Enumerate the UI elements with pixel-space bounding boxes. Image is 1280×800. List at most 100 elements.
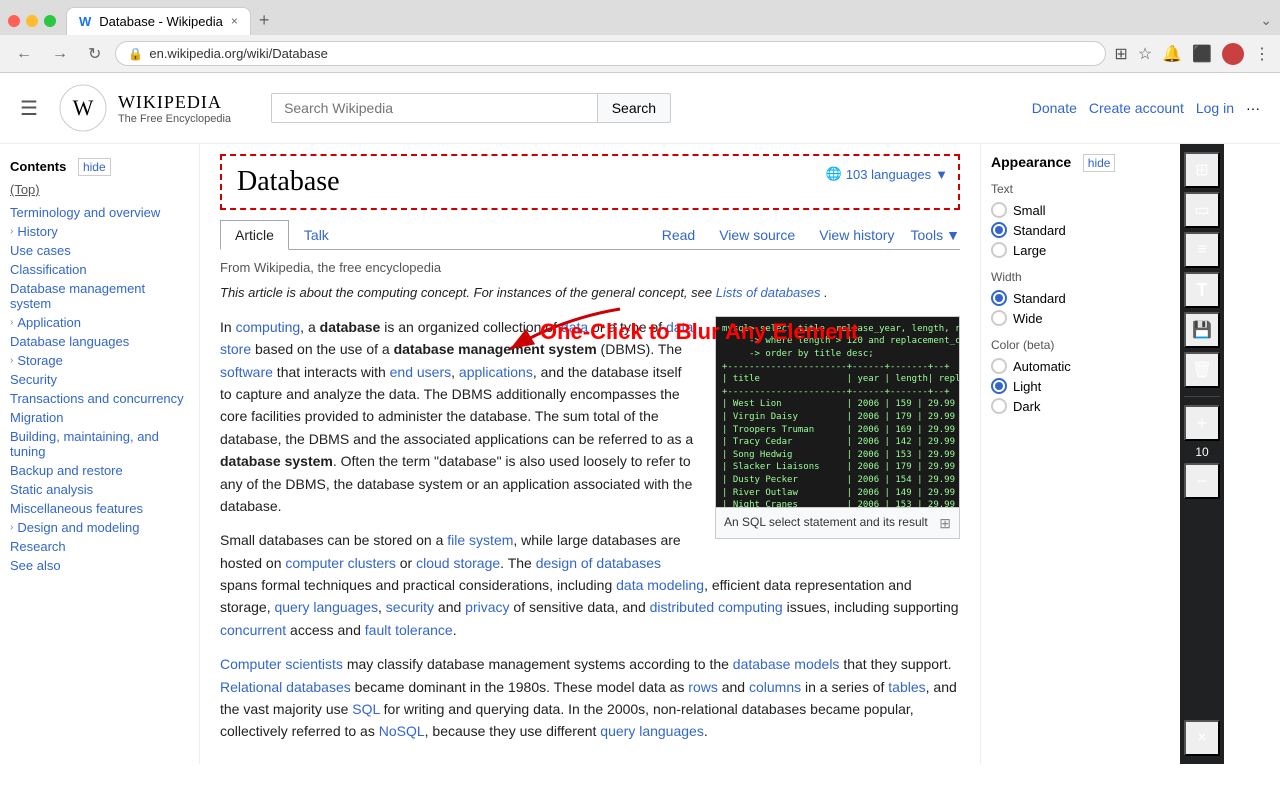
sidebar-item-link[interactable]: History [17, 224, 57, 239]
window-maximize-icon[interactable]: ⌄ [1260, 12, 1272, 29]
toolbar-frame-button[interactable]: ▭ [1184, 192, 1220, 228]
width-wide-radio[interactable] [991, 310, 1007, 326]
tab-read[interactable]: Read [654, 221, 703, 249]
dbmodels-link[interactable]: database models [733, 656, 840, 672]
sidebar-item-link[interactable]: Building, maintaining, and tuning [10, 429, 189, 459]
tab-view-source[interactable]: View source [711, 221, 803, 249]
design-link[interactable]: design of databases [536, 555, 661, 571]
text-standard-option[interactable]: Standard [991, 222, 1170, 238]
sidebar-arrow-icon[interactable]: › [10, 226, 13, 237]
search-button[interactable]: Search [597, 93, 671, 123]
sidebar-item-link[interactable]: Design and modeling [17, 520, 139, 535]
tab-article[interactable]: Article [220, 220, 289, 250]
concurrent-link[interactable]: concurrent [220, 622, 286, 638]
donate-link[interactable]: Donate [1032, 100, 1077, 116]
active-tab[interactable]: W Database - Wikipedia × [66, 7, 251, 35]
querylang-link[interactable]: query languages [274, 599, 378, 615]
sidebar-item-link[interactable]: Migration [10, 410, 63, 425]
datamodeling-link[interactable]: data modeling [616, 577, 704, 593]
toolbar-text-button[interactable]: T [1184, 272, 1220, 308]
profile-icon[interactable] [1222, 43, 1244, 65]
sidebar-arrow-icon[interactable]: › [10, 522, 13, 533]
sidebar-item-link[interactable]: Static analysis [10, 482, 93, 497]
sidebar-arrow-icon[interactable]: › [10, 317, 13, 328]
bookmark-icon[interactable]: ☆ [1138, 44, 1152, 64]
toolbar-save-button[interactable]: 💾 [1184, 312, 1220, 348]
lang-selector[interactable]: 🌐 103 languages ▼ [826, 166, 948, 182]
maximize-control[interactable] [44, 15, 56, 27]
sidebar-arrow-icon[interactable]: › [10, 355, 13, 366]
color-light-radio[interactable] [991, 378, 1007, 394]
text-large-option[interactable]: Large [991, 242, 1170, 258]
tab-talk[interactable]: Talk [289, 220, 344, 250]
color-auto-radio[interactable] [991, 358, 1007, 374]
toolbar-grid-button[interactable]: ⊞ [1184, 152, 1220, 188]
search-input[interactable] [271, 93, 597, 123]
color-dark-radio[interactable] [991, 398, 1007, 414]
color-auto-option[interactable]: Automatic [991, 358, 1170, 374]
nosql-link[interactable]: NoSQL [379, 723, 425, 739]
sidebar-item-link[interactable]: Storage [17, 353, 63, 368]
more-options-icon[interactable]: ··· [1246, 100, 1260, 116]
sidebar-item-link[interactable]: Miscellaneous features [10, 501, 143, 516]
width-wide-option[interactable]: Wide [991, 310, 1170, 326]
minimize-control[interactable] [26, 15, 38, 27]
tables-link[interactable]: tables [888, 679, 925, 695]
fault-link[interactable]: fault tolerance [365, 622, 453, 638]
forward-button[interactable]: → [46, 43, 74, 65]
sidebar-top-link[interactable]: (Top) [10, 182, 189, 197]
applications-link[interactable]: applications [459, 364, 533, 380]
sidebar-item-link[interactable]: Classification [10, 262, 87, 277]
cloud-link[interactable]: cloud storage [416, 555, 500, 571]
toolbar-close-button[interactable]: × [1184, 720, 1220, 756]
expand-icon[interactable]: ⊞ [939, 512, 951, 534]
width-standard-option[interactable]: Standard [991, 290, 1170, 306]
compscientists-link[interactable]: Computer scientists [220, 656, 343, 672]
filesystem-link[interactable]: file system [447, 532, 513, 548]
sidebar-item-link[interactable]: Database management system [10, 281, 189, 311]
new-tab-button[interactable]: + [251, 6, 278, 35]
sidebar-item-link[interactable]: Backup and restore [10, 463, 123, 478]
text-small-radio[interactable] [991, 202, 1007, 218]
text-small-option[interactable]: Small [991, 202, 1170, 218]
color-dark-option[interactable]: Dark [991, 398, 1170, 414]
translate-icon[interactable]: ⊞ [1114, 44, 1127, 64]
contents-hide-button[interactable]: hide [78, 158, 111, 176]
notification-icon[interactable]: 🔔 [1162, 44, 1182, 64]
security-link[interactable]: security [386, 599, 434, 615]
width-standard-radio[interactable] [991, 290, 1007, 306]
toolbar-delete-button[interactable]: 🗑 [1184, 352, 1220, 388]
close-control[interactable] [8, 15, 20, 27]
sidebar-item-link[interactable]: Database languages [10, 334, 129, 349]
sidebar-item-link[interactable]: See also [10, 558, 61, 573]
login-link[interactable]: Log in [1196, 100, 1234, 116]
text-large-radio[interactable] [991, 242, 1007, 258]
toolbar-plus-button[interactable]: + [1184, 405, 1220, 441]
tab-view-history[interactable]: View history [811, 221, 902, 249]
refresh-button[interactable]: ↻ [82, 42, 107, 66]
sidebar-item-link[interactable]: Security [10, 372, 57, 387]
endusers-link[interactable]: end users [390, 364, 451, 380]
lists-databases-link[interactable]: Lists of databases [716, 285, 821, 300]
address-bar[interactable]: 🔒 en.wikipedia.org/wiki/Database [115, 41, 1106, 66]
toolbar-minus-button[interactable]: − [1184, 463, 1220, 499]
columns-link[interactable]: columns [749, 679, 801, 695]
querylang2-link[interactable]: query languages [600, 723, 704, 739]
appearance-hide-button[interactable]: hide [1083, 154, 1116, 172]
tab-close-icon[interactable]: × [231, 14, 238, 28]
sidebar-item-link[interactable]: Application [17, 315, 81, 330]
sidebar-item-link[interactable]: Research [10, 539, 66, 554]
sidebar-item-link[interactable]: Transactions and concurrency [10, 391, 184, 406]
relational-link[interactable]: Relational databases [220, 679, 351, 695]
color-light-option[interactable]: Light [991, 378, 1170, 394]
computing-link[interactable]: computing [236, 319, 301, 335]
sidebar-item-link[interactable]: Use cases [10, 243, 71, 258]
clusters-link[interactable]: computer clusters [285, 555, 395, 571]
tools-dropdown-button[interactable]: Tools ▼ [910, 227, 960, 243]
privacy-link[interactable]: privacy [465, 599, 509, 615]
sql-link[interactable]: SQL [352, 701, 380, 717]
extension-icon[interactable]: ⬛ [1192, 44, 1212, 64]
sidebar-item-link[interactable]: Terminology and overview [10, 205, 160, 220]
more-icon[interactable]: ⋮ [1254, 44, 1270, 64]
distributed-link[interactable]: distributed computing [650, 599, 783, 615]
